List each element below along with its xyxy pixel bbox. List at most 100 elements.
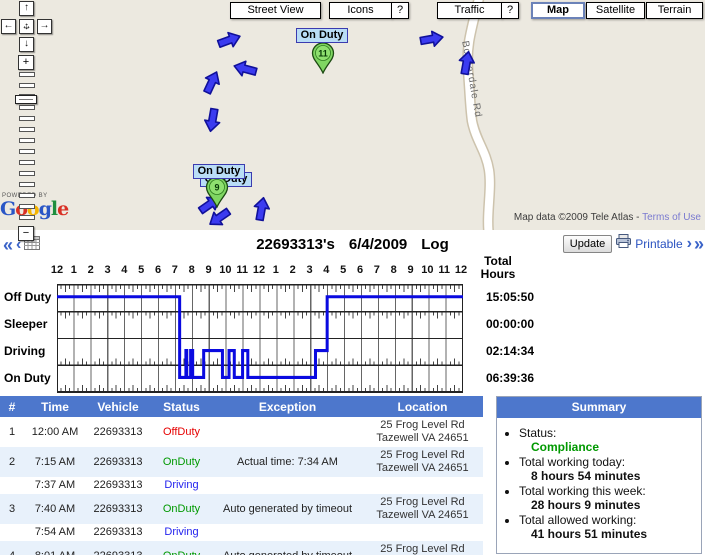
column-header-status: Status xyxy=(150,396,213,417)
column-header-vehicle: Vehicle xyxy=(86,396,150,417)
map-zoom-control: + − xyxy=(15,55,39,241)
event-exception: Actual time: 7:34 AM xyxy=(237,455,338,468)
pan-down-button[interactable]: ↓ xyxy=(19,37,34,52)
log-header-bar: « ‹ 22693313's 6/4/2009 Log Update Print… xyxy=(0,230,705,258)
event-row: 1 12:00 AM 22693313 OffDuty 25 Frog Level Rd… xyxy=(0,417,483,447)
summary-item-label: Status: xyxy=(519,426,557,440)
fleet-log-page: Bowlerdale Rd 11 On Duty On Duty 9 On Duty S… xyxy=(0,0,705,555)
duty-row-total-hours: 02:14:34 xyxy=(485,343,534,358)
next-day-icon[interactable]: › xyxy=(687,235,693,252)
zoom-out-button[interactable]: − xyxy=(18,226,34,241)
zoom-slider-notch[interactable] xyxy=(19,215,35,220)
hour-tick-label: 10 xyxy=(219,264,232,276)
summary-item: Total working this week:28 hours 9 minut… xyxy=(519,484,701,512)
event-status: OnDuty xyxy=(162,502,201,515)
zoom-slider-handle[interactable] xyxy=(15,95,37,104)
event-location xyxy=(362,477,483,494)
summary-item-label: Total working today: xyxy=(519,455,626,469)
event-number xyxy=(0,524,24,541)
map-button-satellite[interactable]: Satellite xyxy=(586,2,645,19)
map-region[interactable]: Bowlerdale Rd 11 On Duty On Duty 9 On Duty S… xyxy=(0,0,705,230)
event-exception: Auto generated by timeout xyxy=(222,502,353,515)
event-row: 7:54 AM 22693313 Driving xyxy=(0,524,483,541)
vehicle-marker-pin[interactable]: 11 xyxy=(311,42,335,79)
pan-up-button[interactable]: ↑ xyxy=(19,1,34,16)
event-time: 7:15 AM xyxy=(34,455,76,468)
column-header-num: # xyxy=(0,396,24,417)
hour-tick-label: 8 xyxy=(390,264,397,276)
pan-right-icon: → xyxy=(39,20,50,31)
zoom-in-button[interactable]: + xyxy=(18,55,34,70)
column-header-time: Time xyxy=(24,396,86,417)
event-vehicle: 22693313 xyxy=(93,455,143,468)
duty-row-total-hours: 06:39:36 xyxy=(485,370,534,385)
column-header-location: Location xyxy=(362,396,483,417)
printable-link[interactable]: Printable xyxy=(635,237,682,251)
event-vehicle: 22693313 xyxy=(93,479,143,491)
zoom-slider-notch[interactable] xyxy=(19,105,35,110)
event-location: 25 Frog Level RdTazewell VA 24651 xyxy=(376,449,469,474)
zoom-slider-notch[interactable] xyxy=(19,83,35,88)
zoom-slider-notch[interactable] xyxy=(19,204,35,209)
zoom-slider-notch[interactable] xyxy=(19,138,35,143)
zoom-slider-notch[interactable] xyxy=(19,171,35,176)
svg-text:11: 11 xyxy=(318,49,328,59)
vehicle-heading-arrow-icon[interactable] xyxy=(455,48,483,80)
map-button-terrain[interactable]: Terrain xyxy=(646,2,703,19)
zoom-slider-notch[interactable] xyxy=(19,116,35,121)
map-button-icons[interactable]: Icons xyxy=(329,2,392,19)
zoom-slider-notch[interactable] xyxy=(19,149,35,154)
event-location: 25 Frog Level RdTazewell VA 24651 xyxy=(376,496,469,521)
road xyxy=(462,0,496,230)
total-hours-header-line: Hours xyxy=(480,267,516,281)
map-button-map[interactable]: Map xyxy=(531,2,585,19)
summary-item-value: 28 hours 9 minutes xyxy=(531,498,641,512)
zoom-slider-notch[interactable] xyxy=(19,127,35,132)
terms-of-use-link[interactable]: Terms of Use xyxy=(642,212,701,223)
log-title-word: Log xyxy=(421,236,449,253)
help-button[interactable]: ? xyxy=(391,2,409,19)
event-vehicle: 22693313 xyxy=(93,502,143,515)
hour-tick-label: 10 xyxy=(421,264,434,276)
hour-tick-label: 12 xyxy=(252,264,266,276)
duty-row-label: On Duty xyxy=(4,370,51,385)
hour-tick-label: 11 xyxy=(438,264,450,276)
summary-item: Total working today:8 hours 54 minutes xyxy=(519,455,701,483)
pan-center-icon: ↕ xyxy=(24,21,29,32)
event-exception xyxy=(213,477,362,494)
zoom-slider-notch[interactable] xyxy=(19,193,35,198)
event-row: 7:37 AM 22693313 Driving xyxy=(0,477,483,494)
duty-status-label[interactable]: On Duty xyxy=(193,164,245,179)
map-button-traffic[interactable]: Traffic xyxy=(437,2,502,19)
google-logo-letter: e xyxy=(57,198,69,220)
vehicle-heading-arrow-icon[interactable] xyxy=(250,194,278,226)
help-button[interactable]: ? xyxy=(501,2,519,19)
zoom-slider-notch[interactable] xyxy=(19,160,35,165)
update-button[interactable]: Update xyxy=(562,234,613,253)
pan-right-button[interactable]: → xyxy=(37,19,52,34)
hour-tick-label: 4 xyxy=(323,264,330,276)
pan-left-button[interactable]: ← xyxy=(1,19,16,34)
next-week-icon[interactable]: » xyxy=(694,235,704,253)
hour-tick-label: 3 xyxy=(306,264,313,276)
vehicle-heading-arrow-icon[interactable] xyxy=(416,28,448,56)
hour-tick-label: 1 xyxy=(70,264,77,276)
zoom-slider-notch[interactable] xyxy=(19,72,35,77)
vehicle-heading-arrow-icon[interactable] xyxy=(196,104,224,136)
duty-row-label: Sleeper xyxy=(4,317,48,332)
event-number: 1 xyxy=(8,425,16,438)
printer-icon[interactable] xyxy=(616,234,632,253)
zoom-slider-notch[interactable] xyxy=(19,182,35,187)
event-time: 12:00 AM xyxy=(31,425,79,438)
duty-status-label[interactable]: On Duty xyxy=(296,28,348,43)
summary-item: Total allowed working:41 hours 51 minute… xyxy=(519,513,701,541)
pan-center-button[interactable]: ↔ ↕ xyxy=(19,19,34,34)
events-table: # Time Vehicle Status Exception Location 1 12:… xyxy=(0,396,483,555)
event-status: OnDuty xyxy=(162,455,201,468)
hour-tick-label: 3 xyxy=(104,264,111,276)
map-button-street-view[interactable]: Street View xyxy=(230,2,321,19)
pan-up-icon: ↑ xyxy=(24,2,29,13)
hour-tick-label: 2 xyxy=(289,264,296,276)
event-status: Driving xyxy=(164,479,199,491)
vehicle-marker-pin[interactable]: 9 xyxy=(205,176,229,213)
